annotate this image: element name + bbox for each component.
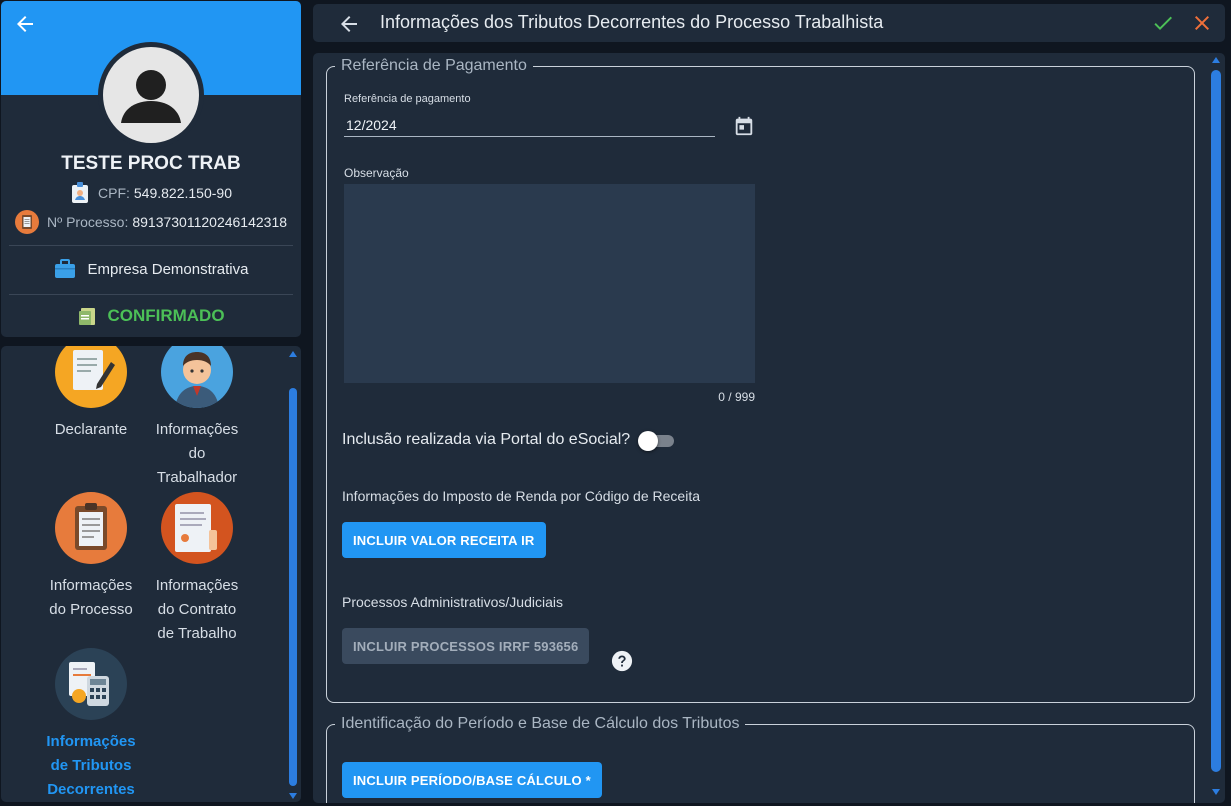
- char-counter: 0 / 999: [718, 390, 755, 404]
- avatar: [98, 42, 204, 148]
- nav-label-line: Informações: [155, 577, 239, 594]
- ref-field-label: Referência de pagamento: [344, 93, 471, 105]
- payment-reference-input[interactable]: [344, 113, 715, 137]
- briefcase-icon: [54, 259, 76, 279]
- period-base-section: Identificação do Período e Base de Cálcu…: [326, 715, 1195, 803]
- cpf-value: 549.822.150-90: [133, 185, 232, 201]
- status-badge: CONFIRMADO: [107, 306, 225, 325]
- confirm-check-icon[interactable]: [1151, 11, 1175, 35]
- page-header: Informações dos Tributos Decorrentes do …: [313, 4, 1225, 42]
- scrollbar-thumb[interactable]: [289, 388, 297, 786]
- section-legend: Referência de Pagamento: [335, 57, 533, 75]
- nav-label-line: do Processo: [49, 601, 133, 618]
- nav-item-declarante[interactable]: Declarante: [41, 346, 141, 442]
- scroll-up-icon[interactable]: [1211, 56, 1221, 64]
- observation-label: Observação: [344, 166, 409, 180]
- profile-name: TESTE PROC TRAB: [61, 153, 241, 174]
- nav-label-line: Informações: [49, 577, 133, 594]
- process-clipboard-icon: [55, 492, 127, 564]
- confirmed-document-icon: [77, 306, 97, 326]
- profile-card: TESTE PROC TRAB CPF: 549.822.150-90 Nº P…: [1, 1, 301, 337]
- contract-icon: [161, 492, 233, 564]
- calendar-icon[interactable]: [733, 115, 755, 137]
- close-icon[interactable]: [1190, 11, 1214, 35]
- process-number-icon: [14, 210, 39, 234]
- process-line: Nº Processo: 89137301120246142318: [1, 210, 301, 234]
- back-arrow-icon[interactable]: [13, 12, 37, 36]
- scrollbar-thumb[interactable]: [1211, 70, 1221, 772]
- nav-label-worker: Informações do Trabalhador: [147, 418, 247, 490]
- nav-label-line: Trabalhador: [156, 469, 238, 486]
- add-period-base-button[interactable]: INCLUIR PERÍODO/BASE CÁLCULO *: [342, 762, 602, 798]
- cpf-line: CPF: 549.822.150-90: [1, 182, 301, 204]
- nav-label-line: Informações: [46, 733, 136, 750]
- scroll-down-icon[interactable]: [1211, 788, 1221, 796]
- nav-label-taxes: Informações de Tributos Decorrentes: [41, 730, 141, 802]
- nav-label-line: Informações: [155, 421, 239, 438]
- nav-item-trabalhador[interactable]: Informações do Trabalhador: [147, 346, 247, 490]
- help-icon[interactable]: [611, 650, 633, 672]
- process-label: Nº Processo:: [46, 214, 129, 230]
- observation-textarea[interactable]: [344, 184, 755, 383]
- nav-label-process: Informações do Processo: [41, 574, 141, 622]
- nav-label-line: do Contrato: [157, 601, 237, 618]
- divider: [9, 294, 293, 295]
- status-line: CONFIRMADO: [1, 306, 301, 326]
- nav-item-tributos[interactable]: Informações de Tributos Decorrentes: [41, 648, 141, 802]
- cpf-label: CPF:: [98, 185, 130, 201]
- processes-section-text: Processos Administrativos/Judiciais: [342, 594, 563, 610]
- worker-icon: [161, 346, 233, 408]
- add-ir-revenue-button[interactable]: INCLUIR VALOR RECEITA IR: [342, 522, 546, 558]
- nav-scrollbar[interactable]: [287, 350, 299, 802]
- nav-label-line: do: [188, 445, 206, 462]
- scroll-down-icon[interactable]: [288, 792, 298, 800]
- ir-section-text: Informações do Imposto de Renda por Códi…: [342, 488, 700, 504]
- toggle-knob: [638, 431, 658, 451]
- nav-label: Declarante: [54, 421, 128, 438]
- add-irrf-processes-button[interactable]: INCLUIR PROCESSOS IRRF 593656: [342, 628, 590, 664]
- declarant-icon: [55, 346, 127, 408]
- nav-item-processo[interactable]: Informações do Processo: [41, 492, 141, 622]
- user-avatar-icon: [103, 47, 199, 143]
- payment-reference-section: Referência de Pagamento Referência de pa…: [326, 57, 1195, 703]
- company-name: Empresa Demonstrativa: [87, 260, 249, 278]
- nav-label-line: de Trabalho: [157, 625, 237, 642]
- esocial-toggle-label: Inclusão realizada via Portal do eSocial…: [342, 431, 631, 448]
- nav-label-line: de Tributos: [50, 757, 132, 774]
- main-scrollbar[interactable]: [1209, 54, 1223, 802]
- section-legend: Identificação do Período e Base de Cálcu…: [335, 715, 746, 733]
- nav-panel: Declarante Informações do Trabalhador In…: [1, 346, 301, 802]
- nav-item-contrato[interactable]: Informações do Contrato de Trabalho: [147, 492, 247, 646]
- scroll-up-icon[interactable]: [288, 350, 298, 358]
- company-line: Empresa Demonstrativa: [1, 259, 301, 279]
- nav-label-contract: Informações do Contrato de Trabalho: [147, 574, 247, 646]
- main-content: Referência de Pagamento Referência de pa…: [313, 53, 1225, 803]
- id-badge-icon: [70, 182, 90, 204]
- process-value: 89137301120246142318: [132, 214, 288, 230]
- page-title: Informações dos Tributos Decorrentes do …: [380, 12, 884, 32]
- nav-label-line: Decorrentes: [47, 781, 135, 798]
- back-arrow-icon[interactable]: [337, 12, 361, 36]
- tax-calculator-icon: [55, 648, 127, 720]
- esocial-toggle[interactable]: [638, 431, 674, 451]
- divider: [9, 245, 293, 246]
